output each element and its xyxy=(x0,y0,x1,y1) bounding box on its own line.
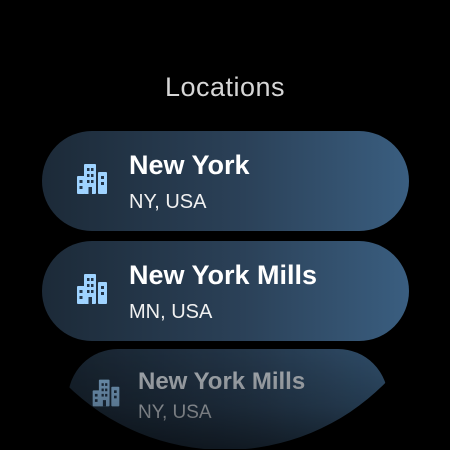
city-building-icon xyxy=(92,379,120,407)
watch-screen: Locations New York NY, USA New York Mill… xyxy=(0,0,450,450)
location-region: NY, USA xyxy=(138,402,212,423)
location-name: New York Mills xyxy=(138,368,306,395)
location-region: NY, USA xyxy=(129,191,207,213)
city-building-icon xyxy=(77,164,107,194)
city-building-icon xyxy=(77,274,107,304)
page-title: Locations xyxy=(164,72,286,102)
location-item-2[interactable]: New York Mills MN, USA xyxy=(42,241,409,341)
location-region: MN, USA xyxy=(129,301,213,323)
location-item-3[interactable]: New York Mills NY, USA xyxy=(68,349,388,449)
location-item-1[interactable]: New York NY, USA xyxy=(42,131,409,231)
location-name: New York xyxy=(129,150,250,180)
location-name: New York Mills xyxy=(129,260,318,290)
